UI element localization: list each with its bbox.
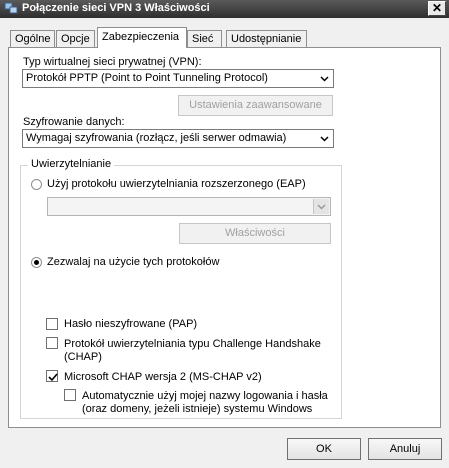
chevron-down-icon: [317, 131, 332, 146]
tab-sharing[interactable]: Udostępnianie: [226, 30, 307, 47]
mschapv2-checkbox[interactable]: [46, 370, 58, 382]
vpn-type-label: Typ wirtualnej sieci prywatnej (VPN):: [23, 56, 202, 68]
chap-checkbox[interactable]: [46, 337, 58, 349]
encryption-label: Szyfrowanie danych:: [23, 116, 125, 128]
encryption-value: Wymagaj szyfrowania (rozłącz, jeśli serw…: [26, 132, 287, 144]
mschapv2-label: Microsoft CHAP wersja 2 (MS-CHAP v2): [64, 371, 262, 383]
eap-method-select[interactable]: [47, 197, 331, 216]
network-connection-icon: [4, 2, 18, 15]
encryption-select[interactable]: Wymagaj szyfrowania (rozłącz, jeśli serw…: [22, 129, 334, 148]
tab-options[interactable]: Opcje: [56, 30, 95, 47]
cancel-button[interactable]: Anuluj: [368, 438, 442, 460]
tab-general[interactable]: Ogólne: [10, 30, 55, 47]
ok-button[interactable]: OK: [287, 438, 361, 460]
auto-logon-label-line1: Automatycznie użyj mojej nazwy logowania…: [82, 390, 328, 402]
pap-label: Hasło nieszyfrowane (PAP): [64, 318, 198, 330]
title-bar: Połączenie sieci VPN 3 Właściwości ✕: [0, 0, 449, 18]
properties-button[interactable]: Właściwości: [179, 223, 331, 244]
close-icon: ✕: [431, 1, 443, 15]
tab-security[interactable]: Zabezpieczenia: [97, 27, 187, 48]
chap-label-line2: (CHAP): [64, 351, 102, 363]
chap-label-line1: Protokół uwierzytelniania typu Challenge…: [64, 338, 321, 350]
vpn-type-value: Protokół PPTP (Point to Point Tunneling …: [26, 72, 268, 84]
allow-protocols-radio[interactable]: [31, 257, 42, 268]
eap-radio-label: Użyj protokołu uwierzytelniania rozszerz…: [47, 178, 306, 190]
auto-logon-checkbox[interactable]: [64, 389, 76, 401]
auto-logon-label-line2: (oraz domeny, jeżeli istnieje) systemu W…: [82, 403, 313, 415]
tab-network[interactable]: Sieć: [187, 30, 222, 47]
vpn-type-select[interactable]: Protokół PPTP (Point to Point Tunneling …: [22, 69, 334, 88]
chevron-down-icon: [313, 199, 329, 214]
eap-radio[interactable]: [31, 179, 42, 190]
authentication-legend: Uwierzytelnianie: [28, 158, 115, 170]
allow-protocols-label: Zezwalaj na użycie tych protokołów: [47, 256, 220, 268]
pap-checkbox[interactable]: [46, 318, 58, 330]
window-title: Połączenie sieci VPN 3 Właściwości: [22, 2, 210, 14]
checkmark-icon: [48, 373, 58, 382]
chevron-down-icon: [317, 71, 332, 86]
advanced-settings-button[interactable]: Ustawienia zaawansowane: [178, 95, 333, 116]
close-button[interactable]: ✕: [428, 1, 446, 16]
